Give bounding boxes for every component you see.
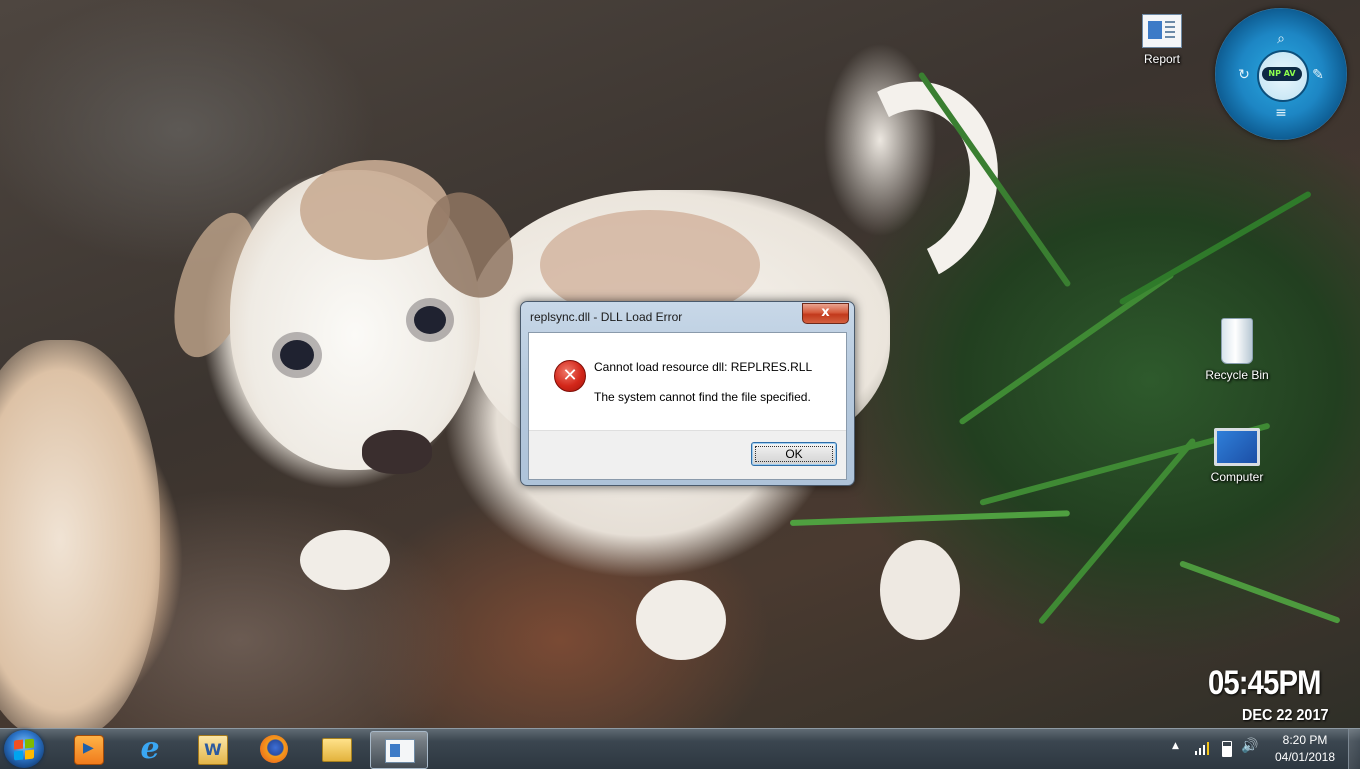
desktop-icon-label: Computer — [1210, 470, 1264, 484]
ok-button[interactable]: OK — [751, 442, 837, 466]
start-button[interactable] — [4, 730, 44, 768]
wallpaper-puppy-eye-right — [414, 306, 446, 334]
show-desktop-button[interactable] — [1348, 729, 1360, 769]
report-document-icon — [385, 739, 415, 763]
wallpaper-puppy-nose — [362, 430, 432, 474]
wallpaper-grass-blade — [1178, 560, 1341, 624]
dialog-title: replsync.dll - DLL Load Error — [530, 310, 683, 324]
taskbar-media-player[interactable] — [60, 731, 116, 767]
list-icon[interactable]: ≡ — [1272, 104, 1290, 122]
taskbar-word[interactable]: W — [184, 731, 240, 767]
volume-icon[interactable]: 🔊 — [1241, 738, 1258, 754]
wallpaper-grass-blade — [789, 510, 1070, 526]
desktop-icon-label: Report — [1143, 52, 1181, 66]
refresh-icon[interactable]: ↻ — [1235, 66, 1253, 84]
desktop-icon-recycle-bin[interactable]: Recycle Bin — [1199, 318, 1275, 382]
search-icon[interactable]: ⌕ — [1272, 30, 1290, 48]
focus-rectangle — [755, 446, 833, 462]
report-document-icon — [1142, 14, 1182, 48]
firefox-icon — [260, 735, 288, 763]
network-signal-icon[interactable] — [1194, 741, 1210, 755]
taskbar: e W ▲ 🔊 8:20 PM 04/01/2018 — [0, 728, 1360, 769]
npav-badge: NP AV — [1262, 67, 1302, 81]
wallpaper-puppy-paw — [300, 530, 390, 590]
close-icon: x — [821, 305, 830, 320]
error-x-icon: ✕ — [554, 360, 586, 392]
desktop-clock-date: DEC 22 2017 — [1242, 707, 1329, 724]
internet-explorer-icon: e — [140, 731, 160, 766]
close-button[interactable]: x — [802, 303, 849, 324]
word-icon: W — [198, 735, 228, 765]
error-message-primary: Cannot load resource dll: REPLRES.RLL — [594, 360, 813, 374]
taskbar-internet-explorer[interactable]: e — [122, 731, 178, 767]
taskbar-report[interactable] — [370, 731, 428, 769]
taskbar-windows-explorer[interactable] — [308, 731, 364, 767]
wallpaper-grass-blade — [1118, 190, 1313, 306]
wallpaper-puppy-left — [0, 340, 160, 740]
dll-load-error-dialog: replsync.dll - DLL Load Error x ✕ Cannot… — [520, 301, 855, 486]
wallpaper-puppy-paw — [636, 580, 726, 660]
error-message-secondary: The system cannot find the file specifie… — [594, 390, 811, 404]
recycle-bin-icon — [1221, 318, 1253, 364]
taskbar-firefox[interactable] — [246, 731, 302, 767]
folder-icon — [322, 738, 352, 762]
wallpaper-puppy-paw — [880, 540, 960, 640]
dialog-button-bar: OK — [529, 430, 846, 479]
tray-clock-date[interactable]: 04/01/2018 — [1268, 750, 1342, 764]
wallpaper-puppy-eye-left — [280, 340, 314, 370]
tray-clock-time[interactable]: 8:20 PM — [1268, 733, 1342, 747]
desktop-icon-report[interactable]: Report — [1124, 10, 1200, 66]
npav-center-button[interactable]: NP AV — [1257, 50, 1309, 102]
desktop-clock-time: 05:45PM — [1208, 664, 1321, 702]
wallpaper-grass-blade — [958, 271, 1175, 426]
npav-antivirus-gadget[interactable]: ⌕ ↻ ✎ ≡ NP AV — [1215, 8, 1347, 140]
computer-monitor-icon — [1214, 428, 1260, 466]
media-player-icon — [74, 735, 104, 765]
show-hidden-icons-chevron-icon[interactable]: ▲ — [1172, 741, 1179, 751]
dialog-content: ✕ Cannot load resource dll: REPLRES.RLL … — [528, 332, 847, 480]
desktop-icon-label: Recycle Bin — [1205, 368, 1269, 382]
wrench-icon[interactable]: ✎ — [1309, 66, 1327, 84]
battery-icon[interactable] — [1222, 741, 1232, 757]
desktop-icon-computer[interactable]: Computer — [1199, 424, 1275, 484]
